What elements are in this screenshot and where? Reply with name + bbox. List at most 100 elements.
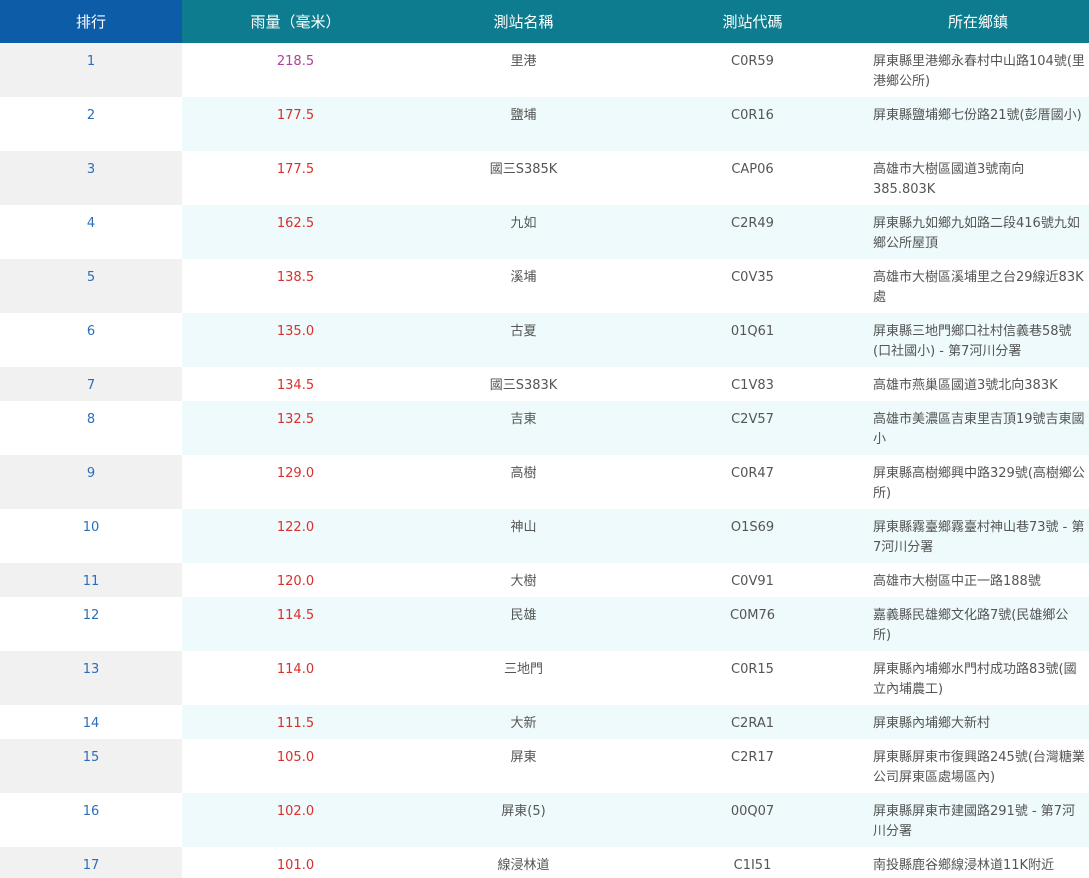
location-cell: 高雄市大樹區國道3號南向385.803K — [867, 151, 1089, 205]
station-name-cell: 古夏 — [409, 313, 638, 367]
station-name-cell: 三地門 — [409, 651, 638, 705]
station-name-cell: 國三S383K — [409, 367, 638, 401]
rank-cell: 16 — [0, 793, 182, 847]
table-row: 14 111.5 大新 C2RA1 屏東縣內埔鄉大新村 — [0, 705, 1089, 739]
station-code-cell: C0R15 — [638, 651, 867, 705]
rainfall-cell: 111.5 — [182, 705, 409, 739]
table-row: 3 177.5 國三S385K CAP06 高雄市大樹區國道3號南向385.803K — [0, 151, 1089, 205]
rainfall-cell: 122.0 — [182, 509, 409, 563]
station-name-cell: 線浸林道 — [409, 847, 638, 878]
table-row: 15 105.0 屏東 C2R17 屏東縣屏東市復興路245號(台灣糖業公司屏東區處場區… — [0, 739, 1089, 793]
station-code-cell: C0R59 — [638, 43, 867, 97]
rank-cell: 12 — [0, 597, 182, 651]
table-row: 11 120.0 大樹 C0V91 高雄市大樹區中正一路188號 — [0, 563, 1089, 597]
table-header: 排行 雨量（毫米） 測站名稱 測站代碼 所在鄉鎮 — [0, 0, 1089, 43]
location-cell: 屏東縣三地門鄉口社村信義巷58號(口社國小) - 第7河川分署 — [867, 313, 1089, 367]
header-location[interactable]: 所在鄉鎮 — [867, 0, 1089, 43]
header-rainfall[interactable]: 雨量（毫米） — [182, 0, 409, 43]
station-name-cell: 高樹 — [409, 455, 638, 509]
table-row: 13 114.0 三地門 C0R15 屏東縣內埔鄉水門村成功路83號(國立內埔農工) — [0, 651, 1089, 705]
station-code-cell: 00Q07 — [638, 793, 867, 847]
table-row: 4 162.5 九如 C2R49 屏東縣九如鄉九如路二段416號九如鄉公所屋頂 — [0, 205, 1089, 259]
rainfall-cell: 129.0 — [182, 455, 409, 509]
station-name-cell: 九如 — [409, 205, 638, 259]
station-name-cell: 神山 — [409, 509, 638, 563]
rank-cell: 3 — [0, 151, 182, 205]
location-cell: 屏東縣霧臺鄉霧臺村神山巷73號 - 第7河川分署 — [867, 509, 1089, 563]
table-row: 8 132.5 吉東 C2V57 高雄市美濃區吉東里吉頂19號吉東國小 — [0, 401, 1089, 455]
station-code-cell: C0V91 — [638, 563, 867, 597]
table-body: 1 218.5 里港 C0R59 屏東縣里港鄉永春村中山路104號(里港鄉公所) 2 177… — [0, 43, 1089, 878]
rank-cell: 9 — [0, 455, 182, 509]
location-cell: 屏東縣高樹鄉興中路329號(高樹鄉公所) — [867, 455, 1089, 509]
rainfall-cell: 132.5 — [182, 401, 409, 455]
rainfall-cell: 114.0 — [182, 651, 409, 705]
rainfall-cell: 102.0 — [182, 793, 409, 847]
location-cell: 屏東縣內埔鄉水門村成功路83號(國立內埔農工) — [867, 651, 1089, 705]
station-name-cell: 屏東(5) — [409, 793, 638, 847]
station-code-cell: C2V57 — [638, 401, 867, 455]
station-name-cell: 鹽埔 — [409, 97, 638, 151]
station-code-cell: 01Q61 — [638, 313, 867, 367]
rainfall-cell: 120.0 — [182, 563, 409, 597]
station-name-cell: 屏東 — [409, 739, 638, 793]
station-code-cell: C0R16 — [638, 97, 867, 151]
station-name-cell: 國三S385K — [409, 151, 638, 205]
header-station-name[interactable]: 測站名稱 — [409, 0, 638, 43]
station-name-cell: 大樹 — [409, 563, 638, 597]
location-cell: 高雄市美濃區吉東里吉頂19號吉東國小 — [867, 401, 1089, 455]
table-row: 16 102.0 屏東(5) 00Q07 屏東縣屏東市建國路291號 - 第7河川分署 — [0, 793, 1089, 847]
station-code-cell: C1I51 — [638, 847, 867, 878]
rainfall-cell: 114.5 — [182, 597, 409, 651]
table-row: 1 218.5 里港 C0R59 屏東縣里港鄉永春村中山路104號(里港鄉公所) — [0, 43, 1089, 97]
station-code-cell: C2R49 — [638, 205, 867, 259]
rank-cell: 6 — [0, 313, 182, 367]
station-name-cell: 里港 — [409, 43, 638, 97]
rank-cell: 5 — [0, 259, 182, 313]
rank-cell: 1 — [0, 43, 182, 97]
table-row: 9 129.0 高樹 C0R47 屏東縣高樹鄉興中路329號(高樹鄉公所) — [0, 455, 1089, 509]
table-row: 7 134.5 國三S383K C1V83 高雄市燕巢區國道3號北向383K — [0, 367, 1089, 401]
rainfall-cell: 134.5 — [182, 367, 409, 401]
table-row: 17 101.0 線浸林道 C1I51 南投縣鹿谷鄉線浸林道11K附近 — [0, 847, 1089, 878]
rainfall-cell: 135.0 — [182, 313, 409, 367]
station-code-cell: C0V35 — [638, 259, 867, 313]
table-row: 2 177.5 鹽埔 C0R16 屏東縣鹽埔鄉七份路21號(彭厝國小) — [0, 97, 1089, 151]
rank-cell: 8 — [0, 401, 182, 455]
table-row: 5 138.5 溪埔 C0V35 高雄市大樹區溪埔里之台29線近83K處 — [0, 259, 1089, 313]
station-code-cell: C1V83 — [638, 367, 867, 401]
location-cell: 屏東縣里港鄉永春村中山路104號(里港鄉公所) — [867, 43, 1089, 97]
header-station-code[interactable]: 測站代碼 — [638, 0, 867, 43]
rank-cell: 7 — [0, 367, 182, 401]
station-code-cell: C2R17 — [638, 739, 867, 793]
location-cell: 屏東縣九如鄉九如路二段416號九如鄉公所屋頂 — [867, 205, 1089, 259]
table-row: 6 135.0 古夏 01Q61 屏東縣三地門鄉口社村信義巷58號(口社國小) - 第7… — [0, 313, 1089, 367]
table-row: 10 122.0 神山 O1S69 屏東縣霧臺鄉霧臺村神山巷73號 - 第7河川分署 — [0, 509, 1089, 563]
rainfall-cell: 101.0 — [182, 847, 409, 878]
rank-cell: 14 — [0, 705, 182, 739]
station-name-cell: 大新 — [409, 705, 638, 739]
rank-cell: 17 — [0, 847, 182, 878]
station-code-cell: O1S69 — [638, 509, 867, 563]
rank-cell: 10 — [0, 509, 182, 563]
rainfall-ranking-table: 排行 雨量（毫米） 測站名稱 測站代碼 所在鄉鎮 1 218.5 里港 C0R59 屏東… — [0, 0, 1089, 878]
station-code-cell: C2RA1 — [638, 705, 867, 739]
location-cell: 屏東縣屏東市建國路291號 - 第7河川分署 — [867, 793, 1089, 847]
rank-cell: 13 — [0, 651, 182, 705]
rank-cell: 2 — [0, 97, 182, 151]
location-cell: 高雄市燕巢區國道3號北向383K — [867, 367, 1089, 401]
location-cell: 高雄市大樹區中正一路188號 — [867, 563, 1089, 597]
location-cell: 南投縣鹿谷鄉線浸林道11K附近 — [867, 847, 1089, 878]
station-name-cell: 吉東 — [409, 401, 638, 455]
header-rank[interactable]: 排行 — [0, 0, 182, 43]
station-name-cell: 民雄 — [409, 597, 638, 651]
rank-cell: 15 — [0, 739, 182, 793]
station-name-cell: 溪埔 — [409, 259, 638, 313]
location-cell: 屏東縣屏東市復興路245號(台灣糖業公司屏東區處場區內) — [867, 739, 1089, 793]
location-cell: 屏東縣內埔鄉大新村 — [867, 705, 1089, 739]
location-cell: 屏東縣鹽埔鄉七份路21號(彭厝國小) — [867, 97, 1089, 151]
location-cell: 高雄市大樹區溪埔里之台29線近83K處 — [867, 259, 1089, 313]
rainfall-cell: 218.5 — [182, 43, 409, 97]
location-cell: 嘉義縣民雄鄉文化路7號(民雄鄉公所) — [867, 597, 1089, 651]
rank-cell: 4 — [0, 205, 182, 259]
